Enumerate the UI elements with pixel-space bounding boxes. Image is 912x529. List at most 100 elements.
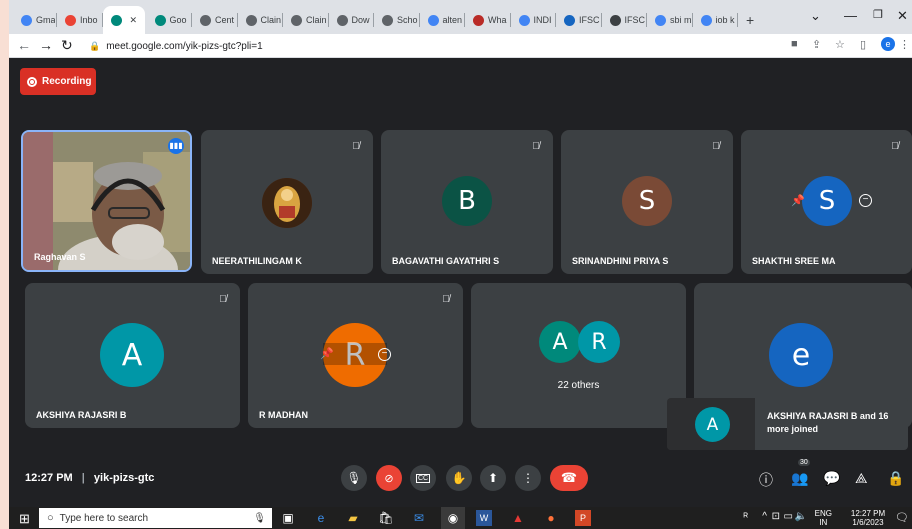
menu-dots-icon[interactable]: ⋮ [899,38,910,51]
display-icon[interactable]: ▭ [784,511,793,522]
tab-label: Cent [215,15,235,25]
participant-tile-bagavathi[interactable]: 🎙̸ B BAGAVATHI GAYATHRI S [381,130,553,274]
people-icon[interactable]: 👥 [791,470,808,487]
participant-photo-avatar [262,178,312,228]
participant-tile-neerathilingam[interactable]: 🎙̸ NEERATHILINGAM K [201,130,373,274]
windows-taskbar: ⊞ ○ Type here to search 🎙 ▣ e ▰ 🛍 ✉ ◉ W … [9,507,912,529]
bookmark-star-icon[interactable]: ☆ [835,38,845,51]
edge-icon[interactable]: e [312,509,330,527]
browser-tab[interactable]: INDI [511,9,555,31]
share-icon[interactable]: ⇪ [812,38,821,51]
chevron-up-icon[interactable]: ^ [762,511,767,522]
chat-icon[interactable]: 💬 [823,470,840,487]
firefox-icon[interactable]: ● [542,509,560,527]
taskbar-search[interactable]: ○ Type here to search 🎙 [39,508,272,528]
raise-hand-button[interactable]: ✋ [446,465,472,491]
tab-search-icon[interactable]: ⌄ [810,8,821,24]
person-icon[interactable]: ᴿ [743,512,748,523]
url-text: meet.google.com/yik-pizs-gtc?pli=1 [106,40,263,52]
browser-tab[interactable]: iob k [693,9,737,31]
task-view-icon[interactable]: ▣ [279,509,297,527]
browser-tab[interactable]: Dow [329,9,373,31]
activities-icon[interactable]: ⟁ [855,470,868,487]
browser-tab-bar: Gmai Inbo ✕ Goo Cent Clain Clain Dow Scho alten Wh… [9,0,912,34]
url-field[interactable]: 🔒 meet.google.com/yik-pizs-gtc?pli=1 [89,37,263,55]
participant-tile-madhan[interactable]: 🎙̸ R 📌 − R MADHAN [248,283,463,428]
restore-icon[interactable]: ❐ [873,8,883,21]
browser-tab[interactable]: sbi m [647,9,691,31]
present-button[interactable]: ⬆ [480,465,506,491]
side-panel-icon[interactable]: ▯ [860,38,866,51]
powerpoint-icon[interactable]: P [575,510,591,526]
volume-icon[interactable]: 🔈 [795,511,807,522]
pin-icon[interactable]: 📌 [791,194,805,207]
clock[interactable]: 12:27 PM 1/6/2023 [844,509,892,527]
tab-label: Gmai [36,15,55,25]
lang-code: ENG [814,509,832,518]
store-icon[interactable]: 🛍 [377,509,395,527]
host-controls-icon[interactable]: 🔒 [887,470,904,487]
pin-icon[interactable]: 📌 [320,347,334,360]
windows-start-icon[interactable]: ⊞ [19,511,30,527]
profile-avatar[interactable]: e [881,37,895,51]
reload-icon[interactable]: ↻ [61,37,73,53]
microphone-icon[interactable]: 🎙 [253,513,266,524]
participant-name: SRINANDHINI PRIYA S [572,256,669,266]
browser-tab[interactable]: Gmai [13,9,55,31]
tab-label: Goo [169,15,187,25]
recording-label: Recording [42,76,92,87]
browser-tab[interactable]: ✕ [102,6,145,34]
participant-tile-srinandhini[interactable]: 🎙̸ S SRINANDHINI PRIYA S [561,130,733,274]
participant-tile-shakthi[interactable]: 🎙̸ S 📌 − SHAKTHI SREE MA [741,130,912,274]
language-indicator[interactable]: ENG IN [815,509,832,527]
camera-off-button[interactable]: ⊘ [376,465,402,491]
google-icon [427,14,439,26]
browser-tab[interactable]: Clain [283,9,327,31]
word-icon[interactable]: W [476,510,492,526]
meeting-code: yik-pizs-gtc [93,472,155,484]
pdf-icon[interactable]: ▲ [509,509,527,527]
participant-tile-others[interactable]: A R 22 others [471,283,686,428]
browser-tab[interactable]: IFSC [556,9,600,31]
participant-tile-akshiya[interactable]: 🎙̸ A AKSHIYA RAJASRI B [25,283,240,428]
back-icon[interactable]: ← [17,37,31,53]
forward-icon[interactable]: → [39,37,53,53]
browser-tab[interactable]: alten [420,9,464,31]
mic-off-icon: 🎙̸ [219,294,227,305]
tab-separator [737,13,738,27]
more-options-button[interactable]: ⋮ [515,465,541,491]
camera-off-icon: ⊘ [384,472,394,485]
browser-tab[interactable]: Goo [147,9,191,31]
browser-tab[interactable]: IFSC [602,9,645,31]
close-window-icon[interactable]: ✕ [897,8,908,24]
mic-button[interactable]: 🎙 [341,465,367,491]
ifsc-icon [564,14,575,26]
close-tab-icon[interactable]: ✕ [130,15,138,26]
browser-tab[interactable]: Scho [374,9,418,31]
browser-tab[interactable]: Cent [192,9,236,31]
tab-label: IFSC [579,15,600,25]
file-explorer-icon[interactable]: ▰ [344,509,362,527]
separator: | [81,472,85,484]
chrome-icon[interactable]: ◉ [441,507,465,529]
leave-call-button[interactable]: ☎ [550,465,588,491]
browser-tab[interactable]: Inbo [57,9,101,31]
remove-icon[interactable]: − [859,194,872,207]
meeting-details-icon[interactable]: ⓘ [759,470,773,490]
notification-icon[interactable]: 🗨 [895,511,909,524]
tab-label: iob k [715,15,735,25]
captions-button[interactable]: CC [410,465,436,491]
google-icon [21,14,32,26]
tab-label: alten [442,15,463,25]
mail-icon[interactable]: ✉ [410,509,428,527]
meet-icon [110,14,122,26]
participant-tile-raghavan[interactable]: ▮▮▮ Raghavan S [21,130,192,272]
new-tab-button[interactable]: + [746,9,754,31]
remove-icon[interactable]: − [378,348,391,361]
network-icon[interactable]: ⊡ [772,511,780,522]
minimize-icon[interactable]: — [844,8,857,23]
browser-tab[interactable]: Wha [465,9,509,31]
browser-tab[interactable]: Clain [238,9,281,31]
camera-icon[interactable]: ■ [791,38,798,50]
recording-badge: Recording [20,68,96,95]
